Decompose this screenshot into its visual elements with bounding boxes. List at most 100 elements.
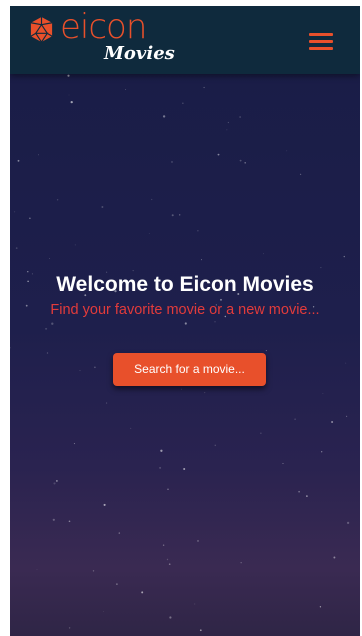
star	[67, 74, 70, 77]
star	[29, 217, 31, 220]
star	[197, 230, 199, 232]
star	[51, 322, 54, 325]
star	[160, 449, 163, 452]
star	[244, 162, 246, 164]
star	[214, 321, 216, 323]
star	[171, 161, 173, 163]
star	[306, 495, 308, 497]
star	[14, 211, 16, 213]
brand-subtitle: Movies	[104, 43, 175, 64]
star	[162, 544, 165, 546]
star	[286, 150, 288, 152]
star	[148, 233, 150, 234]
star	[181, 388, 183, 390]
star	[68, 520, 71, 523]
star	[159, 466, 162, 469]
polyhedron-logo-icon	[30, 16, 53, 43]
star	[343, 255, 345, 258]
star	[74, 244, 76, 246]
star	[199, 629, 202, 632]
star	[320, 267, 322, 269]
star	[56, 199, 59, 201]
star	[68, 627, 71, 629]
star	[321, 451, 323, 453]
star	[10, 347, 11, 349]
star	[36, 568, 38, 570]
star	[345, 362, 347, 364]
star	[226, 129, 228, 131]
star	[331, 420, 334, 424]
star	[79, 370, 81, 372]
hero-subtitle: Find your favorite movie or a new movie.…	[50, 301, 320, 318]
star	[346, 415, 348, 417]
star	[53, 482, 56, 485]
hero-title: Welcome to Eicon Movies	[56, 273, 314, 297]
star	[56, 480, 58, 482]
star	[263, 253, 265, 255]
star	[92, 570, 95, 572]
star	[194, 603, 196, 605]
star	[73, 443, 75, 445]
star	[179, 214, 181, 216]
star	[204, 392, 206, 394]
search-movie-button[interactable]: Search for a movie...	[113, 353, 266, 386]
star	[168, 563, 171, 566]
star	[151, 198, 153, 201]
star	[282, 463, 284, 464]
star	[38, 154, 40, 156]
star	[333, 556, 336, 559]
star	[68, 94, 70, 96]
star	[101, 206, 104, 208]
star	[45, 327, 48, 330]
star	[169, 616, 172, 619]
star	[183, 467, 186, 471]
star	[70, 100, 73, 104]
star	[130, 427, 132, 429]
star	[52, 518, 55, 521]
star	[162, 115, 166, 118]
star	[94, 366, 96, 369]
star	[322, 393, 324, 394]
star	[166, 558, 169, 561]
star	[171, 214, 174, 217]
star	[227, 121, 230, 124]
star	[167, 488, 169, 490]
star	[217, 153, 220, 156]
star	[125, 89, 127, 90]
navbar: eicon Movies	[10, 6, 360, 74]
star	[265, 350, 267, 352]
star	[240, 562, 242, 564]
star	[118, 532, 121, 534]
star	[201, 259, 202, 261]
star	[49, 258, 50, 259]
star	[17, 159, 20, 162]
star	[203, 86, 205, 89]
star	[294, 418, 296, 420]
brand-logo-link[interactable]: eicon Movies	[20, 7, 175, 72]
star	[298, 490, 300, 493]
star	[260, 432, 262, 434]
star	[182, 102, 184, 104]
star	[239, 159, 242, 162]
star	[103, 503, 106, 506]
star	[346, 521, 350, 525]
star	[106, 402, 108, 404]
app-page: eicon Movies Welcome to Eicon Movies Fin…	[10, 6, 360, 636]
star	[319, 606, 322, 608]
brand-name: eicon	[60, 7, 147, 47]
star	[196, 539, 200, 542]
star	[214, 444, 217, 447]
menu-bar-bottom	[309, 47, 333, 50]
star	[116, 583, 118, 585]
hero-section: Welcome to Eicon Movies Find your favori…	[10, 74, 360, 636]
star	[103, 611, 104, 612]
star	[184, 322, 187, 325]
star	[299, 173, 302, 175]
star	[141, 591, 144, 594]
menu-bar-middle	[309, 40, 333, 43]
menu-bar-top	[309, 33, 333, 36]
hamburger-menu-icon[interactable]	[306, 30, 336, 52]
star	[239, 116, 241, 118]
star	[15, 247, 18, 249]
star	[46, 352, 49, 354]
